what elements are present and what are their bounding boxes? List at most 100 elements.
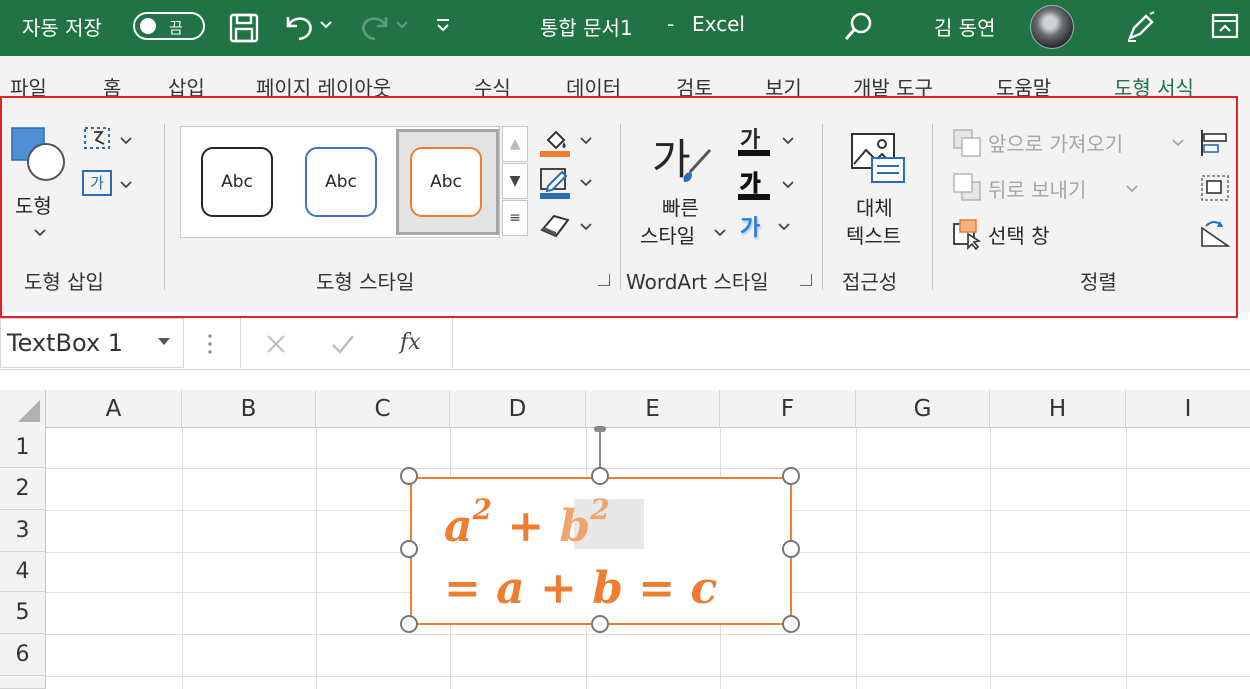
- shape-outline-dropdown-icon[interactable]: [580, 178, 592, 188]
- bring-forward-label[interactable]: 앞으로 가져오기: [988, 128, 1123, 157]
- shape-style-gallery[interactable]: Abc Abc Abc: [180, 126, 500, 238]
- align-icon[interactable]: [1198, 128, 1238, 158]
- text-effects-dropdown-icon[interactable]: [778, 222, 790, 232]
- formula-input[interactable]: [452, 318, 1250, 368]
- selection-pane-icon[interactable]: [952, 218, 984, 250]
- tab-shape-format[interactable]: 도형 서식: [1114, 72, 1194, 101]
- column-header-f[interactable]: F: [720, 390, 856, 428]
- column-header-d[interactable]: D: [450, 390, 586, 428]
- wordart-launcher-icon[interactable]: [800, 274, 812, 286]
- row-header-3[interactable]: 3: [0, 510, 46, 552]
- cancel-icon[interactable]: [264, 332, 288, 356]
- edit-shape-icon[interactable]: [82, 124, 114, 154]
- shapes-label[interactable]: 도형: [15, 190, 52, 219]
- tab-page-layout[interactable]: 페이지 레이아웃: [256, 72, 391, 101]
- column-header-b[interactable]: B: [182, 390, 316, 428]
- select-all-corner[interactable]: [0, 390, 46, 428]
- column-header-a[interactable]: A: [46, 390, 182, 428]
- row-header-2[interactable]: 2: [0, 468, 46, 510]
- pen-icon[interactable]: [1122, 10, 1158, 44]
- shape-style-blue[interactable]: Abc: [305, 147, 377, 217]
- name-box-dropdown-icon[interactable]: [157, 337, 171, 347]
- shape-styles-launcher-icon[interactable]: [598, 274, 610, 286]
- resize-handle-left[interactable]: [400, 540, 418, 558]
- alt-text-label-line2[interactable]: 텍스트: [846, 220, 901, 249]
- tab-insert[interactable]: 삽입: [168, 72, 205, 101]
- gallery-more[interactable]: ≡: [502, 200, 528, 236]
- column-header-g[interactable]: G: [856, 390, 990, 428]
- resize-handle-bottom-left[interactable]: [400, 615, 418, 633]
- redo-dropdown-icon[interactable]: [396, 20, 408, 30]
- send-backward-icon[interactable]: [952, 172, 984, 202]
- row-header-1[interactable]: 1: [0, 428, 46, 468]
- textbox-shape[interactable]: a2 + b2 = a + b = c: [410, 477, 792, 625]
- text-fill-dropdown-icon[interactable]: [782, 136, 794, 146]
- row-header-7[interactable]: [0, 676, 46, 689]
- tab-home[interactable]: 홈: [103, 72, 121, 101]
- row-header-6[interactable]: 6: [0, 634, 46, 676]
- search-icon[interactable]: [842, 10, 874, 44]
- selection-pane-label[interactable]: 선택 창: [988, 220, 1050, 249]
- tab-formulas[interactable]: 수식: [474, 72, 511, 101]
- tab-file[interactable]: 파일: [10, 72, 47, 101]
- alt-text-icon[interactable]: [848, 128, 908, 188]
- autosave-toggle[interactable]: 끔: [133, 12, 205, 40]
- row-header-5[interactable]: 5: [0, 592, 46, 634]
- alt-text-label-line1[interactable]: 대체: [856, 192, 893, 221]
- name-box[interactable]: TextBox 1: [0, 318, 184, 368]
- quick-styles-label-line2[interactable]: 스타일: [640, 220, 695, 249]
- enter-icon[interactable]: [330, 332, 356, 356]
- text-outline-dropdown-icon[interactable]: [782, 180, 794, 190]
- equation-line-2[interactable]: = a + b = c: [444, 563, 717, 614]
- tab-review[interactable]: 검토: [676, 72, 713, 101]
- equation-line-1[interactable]: a2 + b2: [444, 493, 610, 552]
- shape-fill-icon[interactable]: [538, 124, 572, 158]
- send-backward-dropdown-icon[interactable]: [1126, 184, 1138, 194]
- resize-handle-top-right[interactable]: [782, 467, 800, 485]
- column-header-c[interactable]: C: [316, 390, 450, 428]
- rotate-icon[interactable]: [1198, 218, 1238, 248]
- save-icon[interactable]: [228, 12, 260, 44]
- gallery-scroll-up[interactable]: ▲: [502, 126, 528, 162]
- resize-handle-right[interactable]: [782, 540, 800, 558]
- quick-styles-dropdown-icon[interactable]: [714, 228, 726, 238]
- ribbon-display-icon[interactable]: [1210, 12, 1240, 40]
- text-box-icon[interactable]: 가: [82, 170, 112, 196]
- group-objects-icon[interactable]: [1198, 172, 1238, 204]
- shapes-icon[interactable]: [10, 124, 68, 184]
- redo-icon[interactable]: [358, 11, 392, 43]
- tab-help[interactable]: 도움말: [996, 72, 1051, 101]
- tab-data[interactable]: 데이터: [566, 72, 621, 101]
- row-header-4[interactable]: 4: [0, 552, 46, 592]
- text-effects-icon[interactable]: 가: [740, 210, 760, 242]
- resize-handle-bottom-right[interactable]: [782, 615, 800, 633]
- shape-style-orange[interactable]: Abc: [410, 147, 482, 217]
- resize-handle-top[interactable]: [591, 467, 609, 485]
- rotation-handle[interactable]: [594, 426, 606, 432]
- gallery-scroll-down[interactable]: ▼: [502, 163, 528, 199]
- resize-handle-top-left[interactable]: [400, 467, 418, 485]
- resize-handle-bottom[interactable]: [591, 615, 609, 633]
- avatar[interactable]: [1030, 5, 1074, 49]
- customize-toolbar-icon[interactable]: [434, 16, 452, 34]
- shape-effects-dropdown-icon[interactable]: [580, 222, 592, 232]
- column-header-e[interactable]: E: [586, 390, 720, 428]
- shapes-dropdown-icon[interactable]: [34, 228, 46, 238]
- bring-forward-icon[interactable]: [952, 128, 984, 158]
- insert-function-icon[interactable]: fx: [400, 330, 421, 355]
- tab-view[interactable]: 보기: [765, 72, 802, 101]
- shape-fill-dropdown-icon[interactable]: [580, 136, 592, 146]
- send-backward-label[interactable]: 뒤로 보내기: [988, 174, 1086, 203]
- tab-developer[interactable]: 개발 도구: [853, 72, 933, 101]
- shape-style-dark[interactable]: Abc: [201, 147, 273, 217]
- column-header-h[interactable]: H: [990, 390, 1126, 428]
- shape-outline-icon[interactable]: [538, 166, 572, 200]
- undo-icon[interactable]: [282, 11, 316, 43]
- shape-effects-icon[interactable]: [538, 210, 572, 240]
- quick-styles-label-line1[interactable]: 빠른: [662, 192, 699, 221]
- text-box-dropdown-icon[interactable]: [120, 180, 132, 190]
- edit-shape-dropdown-icon[interactable]: [120, 136, 132, 146]
- column-header-i[interactable]: I: [1126, 390, 1250, 428]
- formula-bar-grip-icon[interactable]: [206, 332, 214, 356]
- bring-forward-dropdown-icon[interactable]: [1172, 138, 1184, 148]
